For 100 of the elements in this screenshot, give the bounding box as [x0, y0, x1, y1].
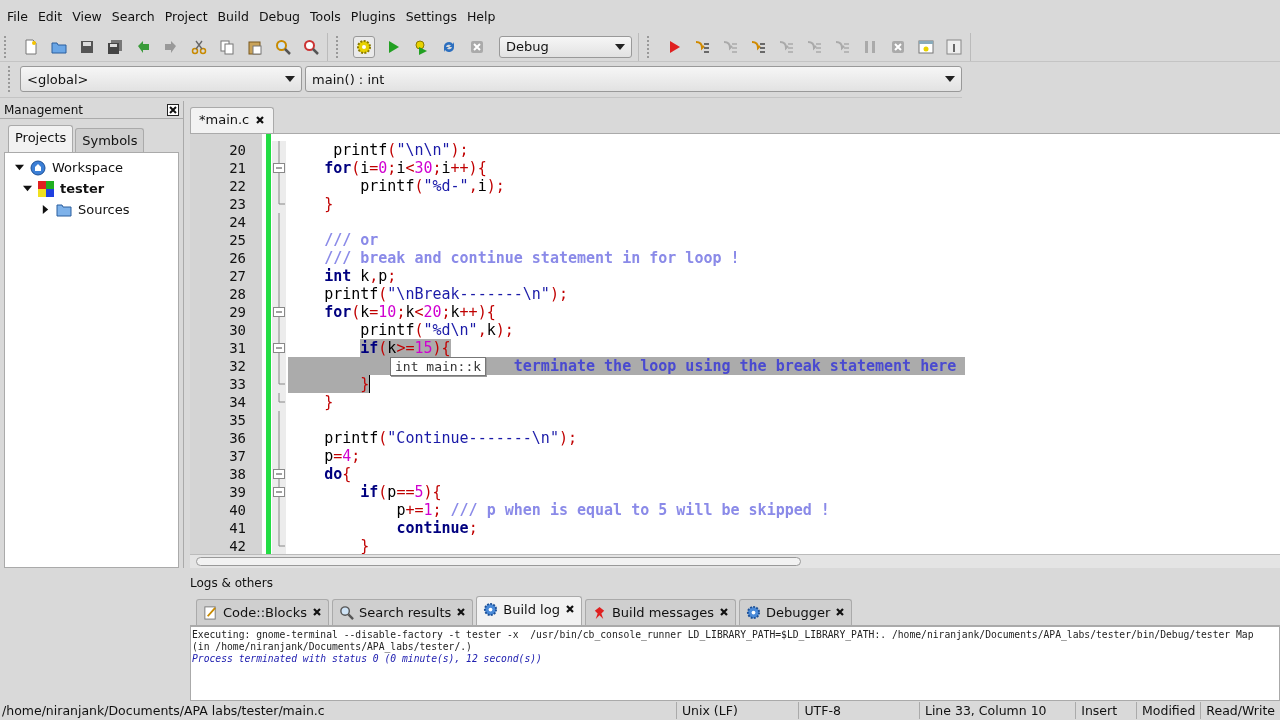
home-icon — [30, 159, 46, 176]
build-icon[interactable] — [353, 35, 375, 58]
fold-icon[interactable] — [272, 465, 286, 484]
fold-line-icon — [278, 177, 280, 196]
line-number: 41 — [228, 520, 247, 537]
close-icon[interactable] — [312, 607, 322, 618]
close-icon[interactable] — [564, 604, 575, 615]
menu-item[interactable]: Help — [461, 8, 501, 24]
code-line: p=4; — [323, 447, 361, 466]
log-tab[interactable]: Debugger — [738, 598, 853, 625]
close-icon[interactable] — [167, 103, 179, 116]
status-field: Line 33, Column 10 — [918, 702, 1076, 720]
fold-line-icon — [278, 357, 280, 376]
fold-icon[interactable] — [272, 339, 286, 358]
caret-icon — [615, 43, 625, 50]
line-number: 38 — [228, 466, 247, 483]
code-line: do{ — [323, 465, 352, 484]
panel-tab[interactable]: Projects — [8, 125, 74, 153]
code-line: if(p==5){ — [359, 483, 442, 502]
line-number: 22 — [228, 178, 247, 195]
fold-icon[interactable] — [272, 303, 286, 322]
code-line: printf("%d\n",k); — [359, 321, 514, 340]
log-tab[interactable]: Code::Blocks — [196, 598, 329, 625]
code-line: for(i=0;i<30;i++){ — [323, 159, 487, 178]
code-line: for(k=10;k<20;k++){ — [323, 303, 496, 322]
build-target-dropdown[interactable]: Debug — [499, 35, 632, 58]
fold-line-icon — [278, 321, 280, 340]
line-number: 23 — [228, 196, 247, 213]
line-number: 20 — [228, 142, 247, 159]
fold-icon[interactable] — [272, 483, 286, 502]
expander-icon[interactable] — [23, 184, 32, 194]
menu-item[interactable]: Settings — [400, 8, 462, 24]
log-line: (in /home/niranjank/Documents/APA_labs/tester/.) — [192, 640, 473, 653]
search-icon — [339, 604, 354, 620]
expander-icon[interactable] — [15, 163, 24, 173]
caret-icon — [285, 76, 296, 83]
fold-icon[interactable] — [272, 159, 286, 178]
code-line: printf("%d-",i); — [359, 177, 505, 196]
line-number: 28 — [228, 286, 247, 303]
expander-icon[interactable] — [41, 205, 50, 215]
code-line: /// or — [323, 231, 379, 250]
close-icon[interactable] — [835, 607, 846, 618]
info-icon[interactable] — [944, 36, 964, 57]
line-number: 32 — [228, 358, 247, 375]
log-tab[interactable]: Build messages — [584, 598, 736, 625]
code-line: printf("Continue-------\n"); — [323, 429, 577, 448]
close-icon[interactable] — [718, 607, 729, 618]
line-number: 26 — [228, 250, 247, 267]
code-line: /// break and continue statement in for loop ! — [323, 249, 740, 268]
menu-item[interactable]: Search — [106, 8, 160, 24]
fold-end-icon — [278, 375, 286, 386]
tree-item[interactable]: tester — [60, 181, 105, 197]
line-number: 39 — [228, 484, 247, 501]
menu-item[interactable]: Debug — [253, 8, 306, 24]
menu-item[interactable]: Build — [212, 8, 254, 24]
code-line: p+=1; /// p when is equal to 5 will be skipped ! — [395, 501, 830, 520]
status-field: /home/niranjank/Documents/APA labs/tester/main.c — [0, 702, 676, 720]
line-number: 25 — [228, 232, 247, 249]
line-number: 36 — [228, 430, 247, 447]
line-number: 31 — [228, 340, 247, 357]
file-tab[interactable]: *main.c — [190, 107, 275, 134]
line-number: 34 — [228, 394, 247, 411]
tree-item[interactable]: Workspace — [52, 160, 124, 176]
line-number: 29 — [228, 304, 247, 321]
menu-item[interactable]: Plugins — [345, 8, 401, 24]
fold-end-icon — [278, 393, 286, 404]
menu-item[interactable]: File — [2, 8, 33, 24]
status-field: Unix (LF) — [675, 702, 799, 720]
log-tab[interactable]: Search results — [332, 598, 474, 625]
fold-end-icon — [278, 195, 286, 206]
menu-item[interactable]: Edit — [32, 8, 68, 24]
log-tab[interactable]: Build log — [476, 595, 582, 625]
code-line: continue; — [395, 519, 478, 538]
code-line: } — [323, 393, 334, 412]
close-icon[interactable] — [456, 607, 467, 618]
status-field: UTF-8 — [798, 702, 919, 720]
code-line: } — [359, 537, 370, 555]
log-line: Executing: gnome-terminal --disable-factory -t tester -x /usr/bin/cb_console_runner LD_LIBRARY_PATH=$LD_LIBRARY_PATH:. /home/niranjank/Documents/APA_labs/tester/bin/Debug/tester Map — [192, 628, 1255, 641]
line-number: 40 — [228, 502, 247, 519]
code-line: printf("\n\n"); — [332, 141, 469, 160]
fold-end-icon — [278, 537, 286, 548]
tree-item[interactable]: Sources — [78, 202, 130, 218]
close-icon[interactable] — [255, 114, 266, 125]
note-icon — [203, 604, 218, 620]
code-line: int k,p; — [323, 267, 397, 286]
menu-item[interactable]: View — [67, 8, 107, 24]
line-number: 42 — [228, 538, 247, 555]
scrollbar-thumb[interactable] — [196, 557, 801, 567]
scope-dropdown[interactable]: <global> — [20, 66, 303, 93]
code-line: printf("\nBreak-------\n"); — [323, 285, 568, 304]
function-dropdown[interactable]: main() : int — [305, 66, 962, 93]
gear-icon — [483, 601, 499, 617]
caret-icon — [945, 76, 955, 83]
tooltip: int main::k — [390, 357, 487, 377]
line-number: 37 — [228, 448, 247, 465]
menu-item[interactable]: Tools — [305, 8, 346, 24]
panel-tab[interactable]: Symbols — [75, 128, 145, 153]
menu-item[interactable]: Project — [159, 8, 213, 24]
fold-line-icon — [278, 141, 280, 160]
panel-title: Management — [4, 102, 84, 117]
